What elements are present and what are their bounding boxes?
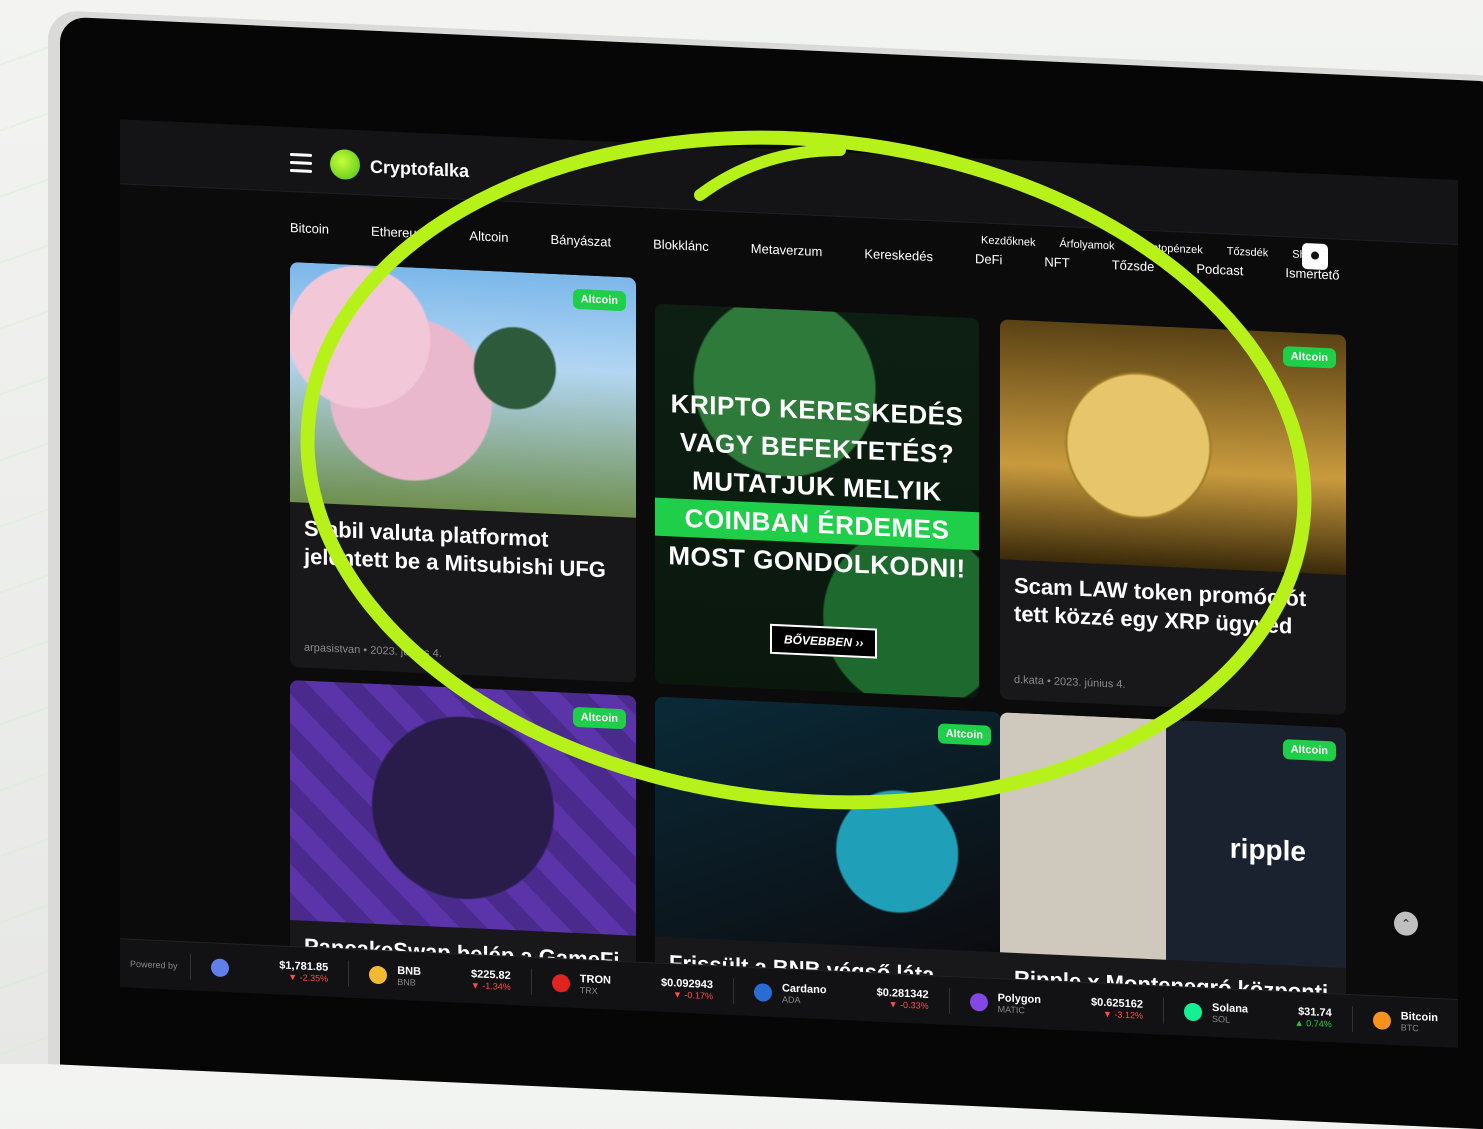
promo-text: KRIPTO KERESKEDÉS VAGY BEFEKTETÉS? MUTAT… [655, 384, 979, 589]
menu-icon[interactable] [290, 152, 312, 173]
monitor: Cryptofalka Kezdőknek Árfolyamok Kriptop… [48, 10, 1483, 1129]
logo-icon[interactable] [330, 148, 360, 181]
chevron-up-icon: ⌃ [1400, 916, 1412, 931]
ticker-item[interactable]: Solana SOL $31.74 ▲ 0.74% [1162, 997, 1352, 1033]
ticker-change: ▲ 0.74% [1294, 1017, 1332, 1030]
ethereum-icon [211, 958, 230, 978]
tron-icon [551, 973, 570, 993]
article-image: Altcoin [1000, 319, 1346, 575]
ticker-symbol: MATIC [997, 1004, 1025, 1016]
category-badge[interactable]: Altcoin [1282, 739, 1336, 762]
ticker-item[interactable]: Cardano ADA $0.281342 ▼ -0.33% [732, 978, 949, 1014]
ticker-symbol: SOL [1211, 1013, 1230, 1025]
category-badge[interactable]: Altcoin [1282, 346, 1336, 369]
site-logo-text[interactable]: Cryptofalka [370, 157, 469, 182]
ticker-symbol: TRX [579, 985, 598, 996]
article-image: Altcoin [290, 261, 636, 518]
nav-mining[interactable]: Bányászat [550, 231, 611, 249]
nav-bitcoin[interactable]: Bitcoin [290, 219, 329, 236]
scroll-to-top-button[interactable]: ⌃ [1394, 911, 1418, 937]
ticker-name: BNB [397, 964, 422, 978]
ticker-item[interactable]: TRON TRX $0.092943 ▼ -0.17% [530, 968, 733, 1005]
solana-icon [1183, 1002, 1202, 1022]
article-image: Altcoin ripple [1000, 712, 1346, 968]
promo-banner[interactable]: KRIPTO KERESKEDÉS VAGY BEFEKTETÉS? MUTAT… [655, 303, 979, 699]
nav-metaverse[interactable]: Metaverzum [751, 240, 823, 258]
nav-stock[interactable]: Tőzsde [1112, 257, 1155, 274]
category-badge[interactable]: Altcoin [572, 288, 626, 312]
article-meta: arpasistvan • 2023. június 4. [304, 641, 442, 660]
ticker-powered-by: Powered by [130, 958, 178, 971]
article-title[interactable]: Scam LAW token promóciót tett közzé egy … [1014, 572, 1332, 641]
nav-defi[interactable]: DeFi [975, 251, 1002, 267]
article-image: Altcoin [655, 696, 1001, 953]
nav-trading[interactable]: Kereskedés [864, 246, 933, 264]
article-title[interactable]: Stabil valuta platformot jelentett be a … [304, 515, 622, 584]
article-meta: d.kata • 2023. június 4. [1014, 673, 1126, 691]
article-card[interactable]: Altcoin Stabil valuta platformot jelente… [290, 261, 636, 683]
cardano-icon [753, 983, 772, 1002]
bitcoin-icon [1372, 1011, 1391, 1030]
ticker-item[interactable]: Bitcoin BTC [1351, 1006, 1458, 1038]
category-badge[interactable]: Altcoin [572, 706, 626, 730]
monitor-bezel: Cryptofalka Kezdőknek Árfolyamok Kriptop… [60, 16, 1483, 1129]
category-badge[interactable]: Altcoin [937, 723, 991, 746]
ticker-item[interactable]: $1,781.85 ▼ -2.35% [190, 953, 349, 987]
polygon-icon [969, 992, 988, 1012]
nav-altcoin[interactable]: Altcoin [469, 228, 508, 245]
article-image: Altcoin [290, 679, 636, 936]
nav-podcast[interactable]: Podcast [1196, 261, 1243, 278]
ticker-symbol: BNB [397, 976, 416, 988]
ticker-symbol: BTC [1400, 1022, 1419, 1034]
nav-nft[interactable]: NFT [1044, 254, 1069, 270]
ticker-item[interactable]: BNB BNB $225.82 ▼ -1.34% [348, 960, 531, 995]
bnb-icon [369, 965, 388, 985]
nav-blockchain[interactable]: Blokklánc [653, 236, 709, 254]
nav-ethereum[interactable]: Ethereum [371, 223, 427, 241]
website-screen: Cryptofalka Kezdőknek Árfolyamok Kriptop… [120, 119, 1458, 1049]
article-card[interactable]: Altcoin Scam LAW token promóciót tett kö… [1000, 319, 1346, 715]
ticker-price: $1,781.85 [279, 959, 329, 974]
ripple-logo: ripple [1229, 832, 1306, 868]
ticker-symbol: ADA [781, 994, 801, 1006]
ticker-item[interactable]: Polygon MATIC $0.625162 ▼ -3.12% [948, 987, 1163, 1024]
nav-guides[interactable]: Ismertető [1285, 265, 1339, 282]
promo-more-button[interactable]: BŐVEBBEN ›› [770, 623, 878, 659]
